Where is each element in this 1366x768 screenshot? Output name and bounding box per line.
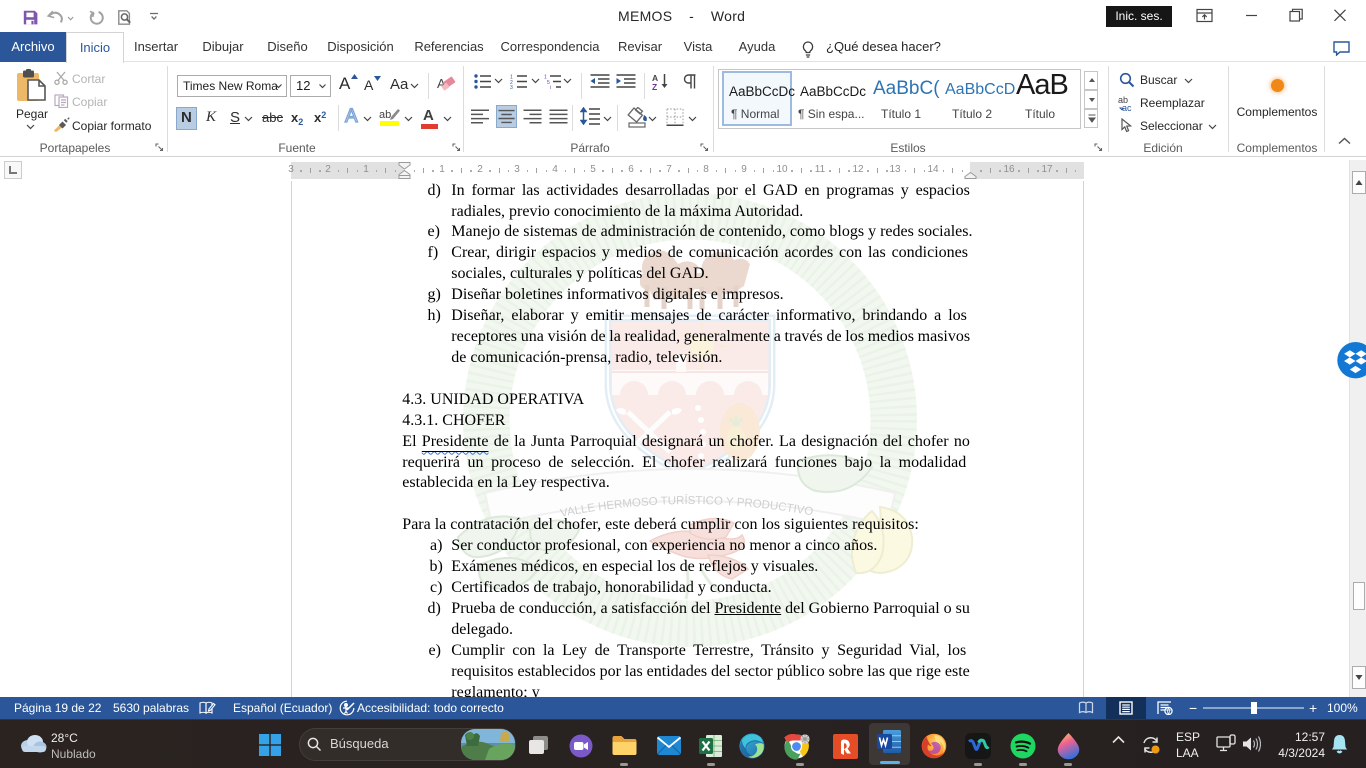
svg-text:3: 3 bbox=[510, 85, 513, 89]
svg-text:ab: ab bbox=[379, 109, 391, 121]
svg-text:i: i bbox=[550, 85, 551, 89]
svg-text:Z: Z bbox=[652, 82, 657, 90]
svg-text:ac: ac bbox=[1122, 103, 1132, 111]
